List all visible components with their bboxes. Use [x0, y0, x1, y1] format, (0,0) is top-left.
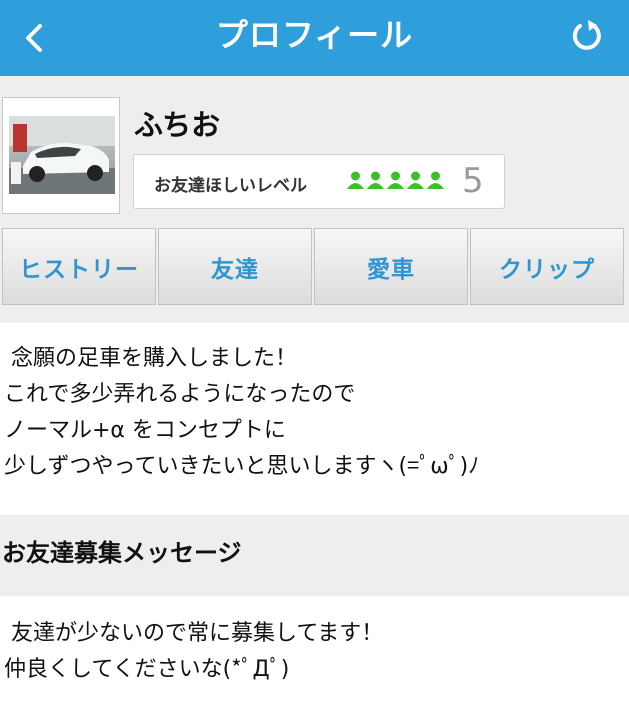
- intro-line: 少しずつやっていきたいと思いしますヽ(=ﾟωﾟ)ﾉ: [4, 454, 480, 479]
- intro-line: これで多少弄れるようになったので: [4, 382, 356, 407]
- person-icon: [347, 171, 364, 189]
- tab-clips[interactable]: クリップ: [470, 228, 624, 305]
- friend-message-title: お友達募集メッセージ: [2, 539, 242, 567]
- reload-button[interactable]: [567, 16, 607, 56]
- person-icon: [427, 171, 444, 189]
- app-header: プロフィール: [0, 0, 629, 76]
- friend-level-label: お友達ほしいレベル: [154, 176, 307, 196]
- person-icon: [387, 171, 404, 189]
- friend-level-box: お友達ほしいレベル 5: [133, 154, 505, 209]
- profile-tabs: ヒストリー 友達 愛車 クリップ: [2, 228, 624, 305]
- friend-level-icons: [346, 171, 445, 189]
- tab-friends[interactable]: 友達: [158, 228, 312, 305]
- intro-line: 念願の足車を購入しました！: [4, 346, 297, 371]
- message-line: 仲良くしてくださいな(*ﾟДﾟ): [4, 657, 290, 682]
- person-icon: [407, 171, 424, 189]
- friend-message-card: 友達が少ないので常に募集してます！ 仲良くしてくださいな(*ﾟДﾟ): [0, 596, 629, 706]
- intro-line: ノーマル+α をコンセプトに: [4, 418, 286, 443]
- person-icon: [367, 171, 384, 189]
- car-photo: [9, 116, 115, 194]
- tab-cars[interactable]: 愛車: [314, 228, 468, 305]
- friend-level-value: 5: [462, 161, 484, 201]
- intro-card: 念願の足車を購入しました！ これで多少弄れるようになったので ノーマル+α をコ…: [0, 323, 629, 515]
- reload-icon: [572, 20, 601, 50]
- message-line: 友達が少ないので常に募集してます！: [4, 621, 384, 646]
- username: ふちお: [134, 108, 221, 142]
- page-title: プロフィール: [215, 16, 414, 54]
- tab-history[interactable]: ヒストリー: [2, 228, 156, 305]
- avatar[interactable]: [2, 97, 120, 214]
